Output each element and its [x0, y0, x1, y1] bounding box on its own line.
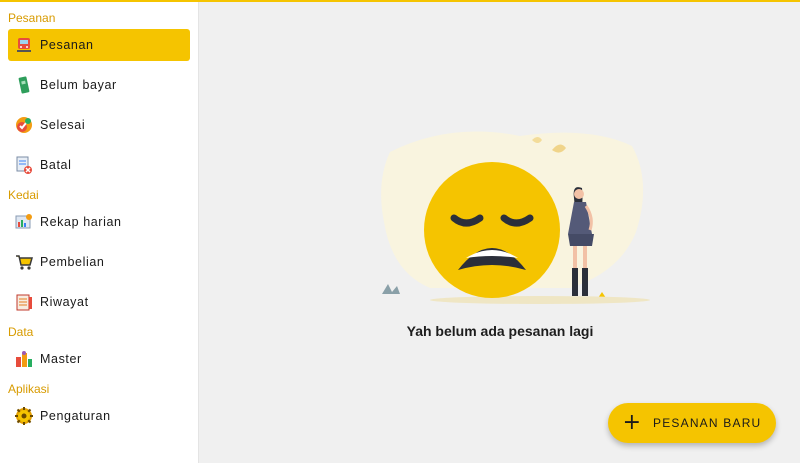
sidebar-item-label: Batal — [40, 158, 72, 172]
section-label-kedai: Kedai — [8, 188, 39, 202]
check-badge-icon — [14, 115, 34, 135]
sidebar-item-rekap-harian[interactable]: Rekap harian — [8, 206, 190, 238]
sidebar-item-selesai[interactable]: Selesai — [8, 109, 190, 141]
sidebar-item-label: Pengaturan — [40, 409, 111, 423]
history-icon — [14, 292, 34, 312]
section-label-data: Data — [8, 325, 34, 339]
cancel-document-icon — [14, 155, 34, 175]
new-order-button-label: PESANAN BARU — [653, 416, 762, 430]
sidebar-item-belum-bayar[interactable]: Belum bayar — [8, 69, 190, 101]
empty-state-message: Yah belum ada pesanan lagi — [406, 323, 594, 339]
train-icon — [14, 35, 34, 55]
sidebar-item-label: Master — [40, 352, 82, 366]
sidebar-item-label: Belum bayar — [40, 78, 117, 92]
sidebar-item-label: Rekap harian — [40, 215, 122, 229]
shopping-cart-icon — [14, 252, 34, 272]
empty-state-illustration — [370, 122, 670, 312]
products-icon — [14, 349, 34, 369]
report-icon — [14, 212, 34, 232]
plus-icon: + — [622, 410, 641, 435]
sidebar-item-label: Pesanan — [40, 38, 94, 52]
sidebar-item-label: Pembelian — [40, 255, 105, 269]
sidebar-item-label: Riwayat — [40, 295, 89, 309]
cash-icon — [14, 75, 34, 95]
section-label-aplikasi: Aplikasi — [8, 382, 50, 396]
section-label-pesanan: Pesanan — [8, 11, 56, 25]
sidebar-item-batal[interactable]: Batal — [8, 149, 190, 181]
sidebar-item-master[interactable]: Master — [8, 343, 190, 375]
sidebar-item-pengaturan[interactable]: Pengaturan — [8, 400, 190, 432]
main-content: Yah belum ada pesanan lagi + PESANAN BAR… — [200, 2, 800, 463]
gear-icon — [14, 406, 34, 426]
sidebar: Pesanan Pesanan Belum bayar Selesai Bata… — [0, 2, 199, 463]
new-order-button[interactable]: + PESANAN BARU — [608, 403, 776, 443]
sidebar-item-label: Selesai — [40, 118, 86, 132]
sidebar-item-pembelian[interactable]: Pembelian — [8, 246, 190, 278]
sidebar-item-pesanan[interactable]: Pesanan — [8, 29, 190, 61]
sidebar-item-riwayat[interactable]: Riwayat — [8, 286, 190, 318]
